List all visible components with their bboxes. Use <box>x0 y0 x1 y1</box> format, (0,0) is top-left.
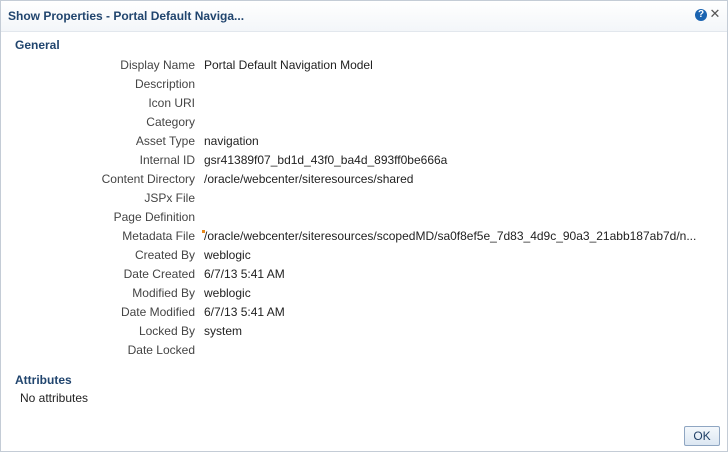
help-icon[interactable]: ? <box>695 9 707 21</box>
property-label: Description <box>134 77 195 91</box>
property-label: Created By <box>134 248 195 262</box>
property-row-content-directory: Content Directory /oracle/webcenter/site… <box>1 172 727 191</box>
no-attributes-text: No attributes <box>20 391 89 405</box>
property-row-asset-type: Asset Type navigation <box>1 134 727 153</box>
property-label: Display Name <box>120 58 195 72</box>
property-value: system <box>204 324 243 338</box>
property-value: 6/7/13 5:41 AM <box>204 267 285 281</box>
dialog-titlebar[interactable]: Show Properties - Portal Default Naviga.… <box>1 1 727 32</box>
property-row-metadata-file: Metadata File /oracle/webcenter/sitereso… <box>1 229 727 248</box>
properties-dialog: Show Properties - Portal Default Naviga.… <box>0 0 728 452</box>
property-label: Page Definition <box>113 210 195 224</box>
property-row-display-name: Display Name Portal Default Navigation M… <box>1 58 727 77</box>
property-value: 6/7/13 5:41 AM <box>204 305 285 319</box>
property-label: Metadata File <box>122 229 195 243</box>
property-value: Portal Default Navigation Model <box>204 58 373 72</box>
property-label: Modified By <box>132 286 195 300</box>
property-label: Date Locked <box>127 343 195 357</box>
close-icon[interactable]: ✕ <box>709 7 721 21</box>
property-row-page-definition: Page Definition <box>1 210 727 229</box>
property-row-modified-by: Modified By weblogic <box>1 286 727 305</box>
property-row-internal-id: Internal ID gsr41389f07_bd1d_43f0_ba4d_8… <box>1 153 727 172</box>
property-label: Asset Type <box>135 134 195 148</box>
property-row-date-locked: Date Locked <box>1 343 727 362</box>
property-row-date-created: Date Created 6/7/13 5:41 AM <box>1 267 727 286</box>
property-label: Date Created <box>123 267 195 281</box>
property-label: Icon URI <box>148 96 195 110</box>
property-label: Internal ID <box>139 153 195 167</box>
ok-button[interactable]: OK <box>684 426 720 446</box>
property-row-locked-by: Locked By system <box>1 324 727 343</box>
property-label: Content Directory <box>101 172 195 186</box>
property-value: navigation <box>204 134 259 148</box>
property-label: Category <box>146 115 195 129</box>
property-value: /oracle/webcenter/siteresources/scopedMD… <box>204 229 697 243</box>
property-row-icon-uri: Icon URI <box>1 96 727 115</box>
property-row-description: Description <box>1 77 727 96</box>
property-row-date-modified: Date Modified 6/7/13 5:41 AM <box>1 305 727 324</box>
general-section-header: General <box>15 38 60 52</box>
property-value: weblogic <box>204 286 251 300</box>
property-row-created-by: Created By weblogic <box>1 248 727 267</box>
dialog-title: Show Properties - Portal Default Naviga.… <box>8 9 245 23</box>
property-row-jspx-file: JSPx File <box>1 191 727 210</box>
property-value: weblogic <box>204 248 251 262</box>
property-value: /oracle/webcenter/siteresources/shared <box>204 172 414 186</box>
attributes-section-header: Attributes <box>15 373 72 387</box>
property-value: gsr41389f07_bd1d_43f0_ba4d_893ff0be666a <box>204 153 448 167</box>
property-label: Date Modified <box>120 305 195 319</box>
property-row-category: Category <box>1 115 727 134</box>
property-label: JSPx File <box>144 191 195 205</box>
property-label: Locked By <box>138 324 195 338</box>
